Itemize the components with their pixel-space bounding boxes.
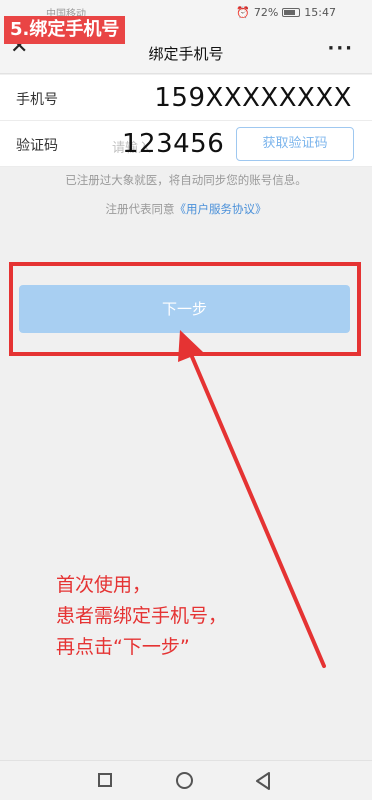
home-icon[interactable] xyxy=(176,772,193,789)
annotation-line-3: 再点击“下一步” xyxy=(56,636,190,658)
back-icon[interactable] xyxy=(255,772,271,790)
annotation-line-2: 患者需绑定手机号， xyxy=(56,605,228,627)
recent-apps-icon[interactable] xyxy=(98,773,112,787)
annotation-text: 首次使用， 患者需绑定手机号， 再点击“下一步” xyxy=(56,570,227,663)
system-nav-bar xyxy=(0,760,372,800)
annotation-arrow xyxy=(178,330,326,668)
annotation-line-1: 首次使用， xyxy=(56,574,152,596)
